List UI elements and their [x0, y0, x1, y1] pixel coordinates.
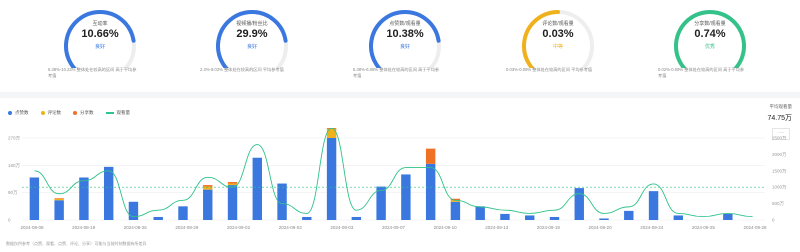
likes-bar — [450, 201, 461, 220]
likes-bar — [252, 157, 262, 220]
gauge-desc: 0.03%-0.08% 整体处在较高的区间 平均参考值 — [506, 67, 593, 72]
y-left-tick: 270万 — [8, 136, 21, 142]
gauge-level: 良好 — [399, 44, 410, 50]
y-right-tick: 1000万 — [772, 185, 787, 191]
gauge-title: 评论数/观看量 — [542, 21, 574, 27]
gauge-title: 点赞数/观看量 — [389, 21, 421, 27]
x-tick-label: 2024-09-02 — [227, 225, 251, 230]
gauge-title: 视频播/粉丝比 — [236, 21, 268, 27]
gauge-level: 优秀 — [704, 44, 715, 50]
avg-views-value: 74.75万 — [767, 115, 792, 122]
x-tick-label: 2024-09-07 — [382, 225, 406, 230]
gauge-desc: 2.3%-9.03% 整体处在较高的区间 平均参考值 — [200, 67, 284, 72]
y-right-tick: 0 — [772, 218, 775, 223]
x-tick-label: 2024-09-20 — [589, 225, 613, 230]
x-tick-label: 2024-09-03 — [330, 225, 354, 230]
likes-bar — [54, 200, 64, 220]
gauge-2: 点赞数/观看量 10.38% 良好 5.38%-6.08% 整体处在较高的区间 … — [345, 8, 465, 88]
likes-bar — [376, 186, 386, 220]
likes-bar — [648, 191, 659, 220]
legend-views[interactable]: 观看量 — [105, 110, 130, 116]
likes-bar — [574, 188, 584, 220]
chart-legend: 点赞数 评论数 分享数 观看量 — [8, 110, 130, 116]
x-tick-label: 2024-08-08 — [20, 225, 44, 230]
x-tick-label: 2024-09-13 — [485, 225, 509, 230]
x-tick-label: 2024-09-24 — [640, 225, 664, 230]
chart-panel: 点赞数 评论数 分享数 观看量 平均观看量 74.75万 ··· 0 90万 180… — [0, 98, 800, 252]
comments-dot-icon — [40, 111, 45, 115]
legend-comments[interactable]: 评论数 — [40, 110, 61, 116]
gauge-desc: 6.38%-10.23% 整体处在较高的区间 高于平均参考值 — [48, 67, 137, 78]
likes-bar — [500, 213, 510, 220]
x-tick-label: 2024-09-28 — [743, 225, 767, 230]
x-tick-label: 2024-09-03 — [279, 225, 303, 230]
y-right-tick: 500万 — [772, 201, 785, 207]
likes-bar — [475, 206, 485, 220]
likes-bar — [425, 163, 436, 220]
gauge-value: 10.38% — [386, 28, 424, 40]
y-left-tick: 0 — [8, 218, 11, 223]
y-left-tick: 180万 — [8, 163, 21, 169]
likes-bar — [525, 215, 535, 220]
likes-bar — [29, 177, 40, 220]
x-tick-label: 2024-09-25 — [692, 225, 716, 230]
likes-bar — [723, 213, 733, 220]
likes-bar — [351, 216, 362, 220]
shares-bar — [54, 198, 64, 199]
shares-bar — [425, 148, 436, 164]
metric-panel: 互动率 10.66% 良好 6.38%-10.23% 整体处在较高的区间 高于平… — [0, 0, 800, 92]
gauge-0: 互动率 10.66% 良好 6.38%-10.23% 整体处在较高的区间 高于平… — [40, 8, 160, 88]
x-tick-label: 2024-08-26 — [124, 225, 148, 230]
comments-bar — [227, 183, 238, 186]
likes-bar — [203, 189, 213, 220]
gauge-value: 29.9% — [236, 28, 268, 40]
gauge-title: 互动率 — [92, 21, 108, 27]
gauge-value: 0.03% — [542, 28, 574, 40]
comments-bar — [54, 198, 64, 201]
likes-bar — [128, 201, 139, 220]
x-tick-label: 2024-09-10 — [434, 225, 458, 230]
gauge-title: 分享数/观看量 — [694, 21, 726, 27]
likes-bar — [673, 215, 684, 220]
avg-views-label: 平均观看量 — [769, 104, 793, 109]
likes-bar — [599, 218, 609, 220]
legend-shares[interactable]: 分享数 — [73, 110, 94, 116]
gauge-level: 良好 — [94, 44, 105, 50]
gauge-1: 视频播/粉丝比 29.9% 良好 2.3%-9.03% 整体处在较高的区间 平均… — [192, 8, 312, 88]
engagement-chart: 0 90万 180万 270万 0 500万 1000万 1500万 2000万 2500万 202… — [8, 128, 787, 230]
likes-bar — [178, 206, 188, 220]
likes-bar — [227, 185, 238, 220]
likes-bar — [79, 177, 89, 220]
gauge-level: 良好 — [246, 44, 257, 50]
shares-bar — [203, 185, 213, 187]
likes-bar — [103, 166, 114, 220]
likes-bar — [326, 138, 337, 220]
likes-bar — [549, 216, 560, 220]
y-right-tick: 1500万 — [772, 168, 787, 174]
legend-likes[interactable]: 点赞数 — [8, 110, 29, 116]
y-right-tick: 2500万 — [772, 136, 787, 142]
footnote: 数据仅供参考（点赞、观看、点赞、评论、分享）· 可能与当前时刻数据有所差异 — [6, 241, 147, 246]
y-left-tick: 90万 — [8, 190, 18, 196]
x-tick-label: 2024-08-19 — [72, 225, 96, 230]
likes-bar — [153, 216, 163, 220]
gauge-value: 10.66% — [81, 28, 119, 40]
gauge-value: 0.74% — [694, 28, 726, 40]
likes-bar — [302, 216, 312, 220]
shares-bar — [227, 182, 238, 184]
likes-bar — [624, 210, 634, 220]
gauge-level: 中等 — [552, 44, 563, 50]
gauge-desc: 0.02%-0.09% 整体处在较高的区间 高于平均参考值 — [658, 67, 745, 78]
gauge-desc: 5.38%-6.08% 整体处在较高的区间 高于平均参考值 — [353, 67, 440, 78]
likes-bar — [401, 174, 411, 220]
y-right-tick: 2000万 — [772, 152, 787, 158]
shares-dot-icon — [73, 111, 77, 115]
views-line — [34, 128, 753, 218]
x-tick-label: 2024-08-29 — [175, 225, 199, 230]
likes-dot-icon — [8, 111, 12, 115]
gauge-4: 分享数/观看量 0.74% 优秀 0.02%-0.09% 整体处在较高的区间 高… — [650, 8, 770, 88]
gauge-3: 评论数/观看量 0.03% 中等 0.03%-0.08% 整体处在较高的区间 平… — [498, 8, 618, 88]
views-line-icon — [105, 112, 114, 114]
x-tick-label: 2024-09-19 — [537, 225, 561, 230]
